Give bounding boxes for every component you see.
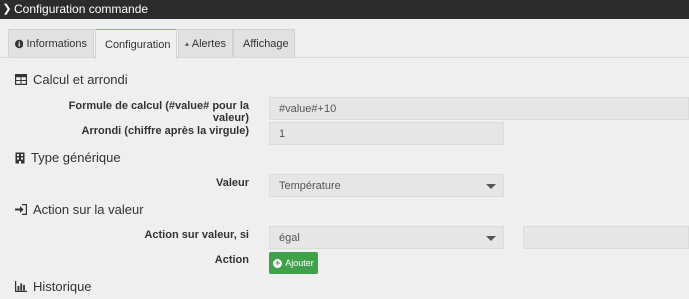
caret-down-icon xyxy=(486,183,496,189)
formula-input[interactable]: #value#+10 xyxy=(269,97,689,120)
action-if-selected: égal xyxy=(279,231,300,244)
round-value: 1 xyxy=(279,127,286,140)
tab-label: Alertes xyxy=(191,37,226,50)
tab-bar: Informations Configuration Alertes Affic… xyxy=(0,27,689,59)
action-compare-input[interactable] xyxy=(523,226,689,249)
formula-label: Formule de calcul (#value# pour la valeu… xyxy=(68,100,249,124)
tab-affichage[interactable]: Affichage xyxy=(233,29,295,57)
info-circle-icon xyxy=(15,39,24,48)
action-if-label: Action sur valeur, si xyxy=(144,229,249,241)
add-button-label: Ajouter xyxy=(285,258,314,268)
tab-alertes[interactable]: Alertes xyxy=(178,29,233,57)
add-action-button[interactable]: + Ajouter xyxy=(269,252,318,274)
section-title: Type générique xyxy=(31,150,121,165)
tab-label: Configuration xyxy=(105,38,171,51)
section-title: Calcul et arrondi xyxy=(33,72,128,87)
formula-value: #value#+10 xyxy=(279,102,337,115)
window-title: Configuration commande xyxy=(14,2,149,16)
section-calcul: Calcul et arrondi xyxy=(15,72,128,87)
action-label: Action xyxy=(214,254,249,266)
building-icon xyxy=(15,152,25,164)
tab-configuration[interactable]: Configuration xyxy=(95,29,177,59)
window-titlebar: ❯ Configuration commande xyxy=(0,0,689,19)
valeur-selected: Température xyxy=(279,179,341,192)
section-title: Historique xyxy=(33,279,92,294)
section-title: Action sur la valeur xyxy=(33,202,144,217)
section-type-generique: Type générique xyxy=(15,150,121,165)
caret-down-icon xyxy=(486,235,496,241)
tab-label: Informations xyxy=(26,37,87,50)
action-if-select[interactable]: égal xyxy=(269,226,504,249)
sign-in-icon xyxy=(15,204,27,215)
section-historique: Historique xyxy=(15,279,92,294)
valeur-label: Valeur xyxy=(215,177,249,189)
section-action: Action sur la valeur xyxy=(15,202,144,217)
round-label: Arrondi (chiffre après la virgule) xyxy=(81,125,249,137)
chevron-right-icon[interactable]: ❯ xyxy=(0,0,14,19)
round-input[interactable]: 1 xyxy=(269,122,504,145)
valeur-select[interactable]: Température xyxy=(269,174,504,197)
warning-icon xyxy=(185,41,189,46)
tab-informations[interactable]: Informations xyxy=(8,29,94,57)
bar-chart-icon xyxy=(15,281,27,292)
plus-circle-icon: + xyxy=(273,257,283,268)
table-icon xyxy=(15,74,27,85)
tab-label: Affichage xyxy=(243,37,289,50)
